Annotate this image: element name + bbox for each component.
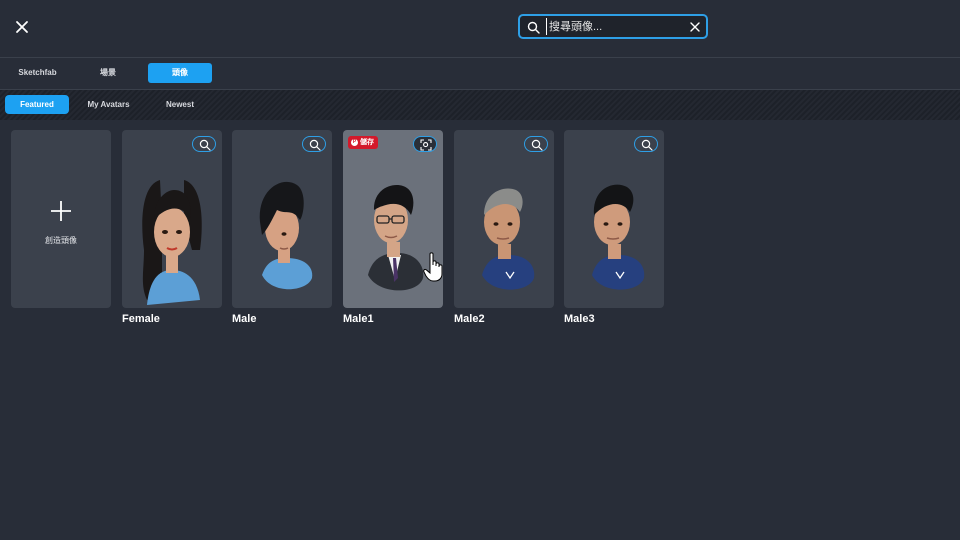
search-input[interactable] (546, 18, 689, 35)
avatar-thumbnail (259, 181, 313, 290)
visual-search-icon (420, 139, 432, 151)
search-icon (527, 21, 540, 34)
avatar-thumbnail (482, 188, 535, 290)
pinterest-icon: P (351, 138, 358, 146)
avatar-name: Male2 (454, 313, 485, 325)
source-tab-bar: Sketchfab 場景 頭像 (0, 58, 960, 90)
avatar-name: Male (232, 313, 257, 325)
avatar-thumbnail (592, 184, 645, 290)
hand-cursor-icon (423, 252, 443, 282)
avatar-card-male3[interactable] (564, 130, 664, 308)
tab-my-avatars[interactable]: My Avatars (80, 95, 137, 114)
tab-avatars[interactable]: 頭像 (148, 63, 212, 83)
search-icon (309, 139, 321, 151)
top-bar (0, 0, 960, 58)
tab-newest[interactable]: Newest (155, 95, 205, 114)
avatar-card-male2[interactable] (454, 130, 554, 308)
avatar-thumbnail (368, 185, 424, 291)
filter-tab-bar: Featured My Avatars Newest (0, 90, 960, 120)
avatar-name: Female (122, 313, 160, 325)
preview-button[interactable] (192, 136, 216, 152)
preview-button[interactable] (634, 136, 658, 152)
avatar-name: Male3 (564, 313, 595, 325)
plus-icon (51, 201, 71, 221)
avatar-thumbnail (142, 180, 202, 305)
search-icon (531, 139, 543, 151)
search-icon (641, 139, 653, 151)
avatar-name: Male1 (343, 313, 374, 325)
clear-search-icon[interactable] (690, 22, 700, 32)
search-icon (199, 139, 211, 151)
tab-scenes[interactable]: 場景 (88, 63, 128, 83)
close-icon[interactable] (12, 17, 32, 37)
avatar-card-female[interactable] (122, 130, 222, 308)
create-avatar-card[interactable]: 創造頭像 (11, 130, 111, 308)
create-avatar-label: 創造頭像 (45, 236, 77, 245)
tab-sketchfab[interactable]: Sketchfab (10, 63, 65, 83)
preview-button[interactable] (524, 136, 548, 152)
pin-save-label: 儲存 (360, 139, 374, 146)
avatar-card-male[interactable] (232, 130, 332, 308)
preview-button[interactable] (302, 136, 326, 152)
pinterest-save-button[interactable]: P 儲存 (348, 136, 378, 149)
visual-search-button[interactable] (413, 136, 437, 152)
search-box[interactable] (518, 14, 708, 39)
tab-featured[interactable]: Featured (5, 95, 69, 114)
